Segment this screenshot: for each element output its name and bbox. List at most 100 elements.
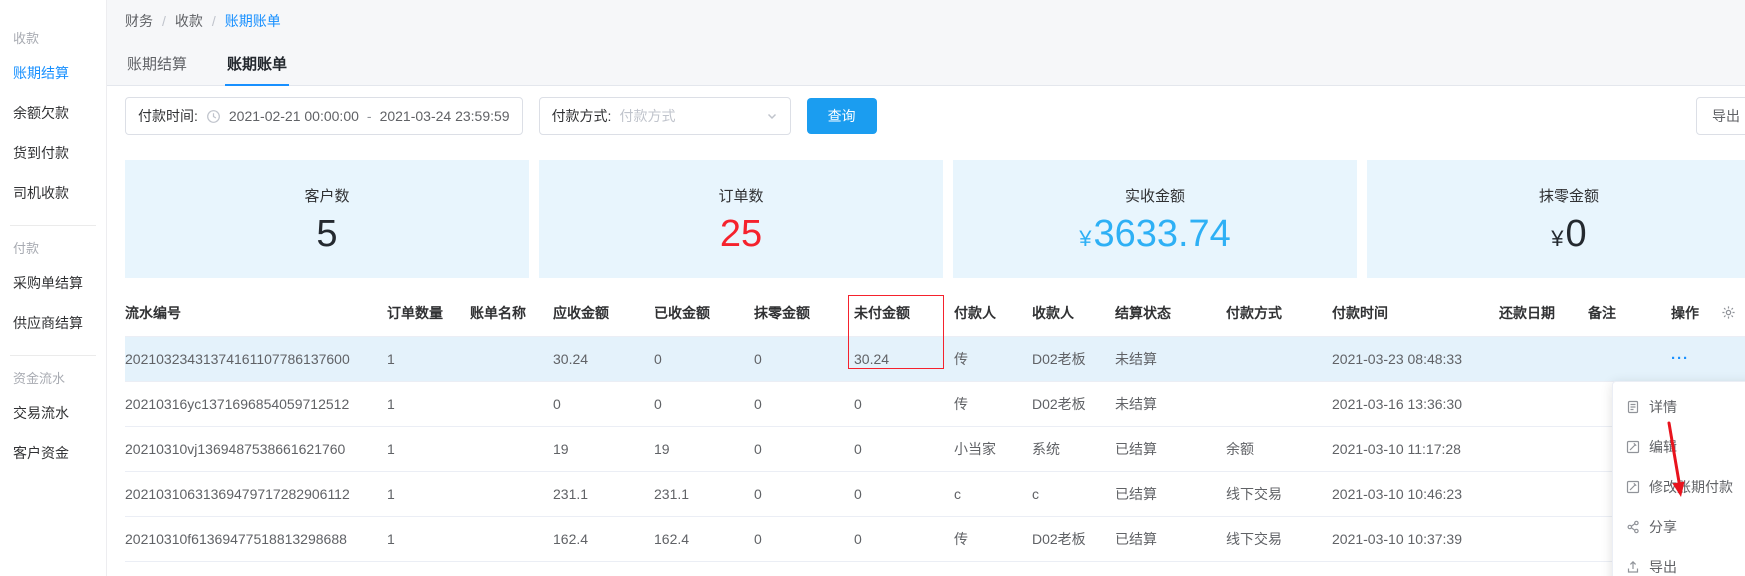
cell <box>470 516 553 562</box>
payment-method-select[interactable]: 付款方式: 付款方式 <box>538 97 791 135</box>
breadcrumb-item[interactable]: 账期账单 <box>225 11 281 31</box>
sidebar-item-cash-on-delivery[interactable]: 货到付款 <box>0 133 106 173</box>
cell: 20210310f61369477518813298688 <box>125 516 387 562</box>
cell: 20210310dj1369428930678276096 <box>125 561 387 576</box>
cell <box>470 426 553 472</box>
cell <box>470 336 553 382</box>
table-row[interactable]: 20210316yc1371696854059712512 1 0 0 0 0 传 D02老板… <box>125 381 1745 427</box>
cell: 19.6 <box>553 561 654 576</box>
cell: 20210310631369479717282906112 <box>125 471 387 517</box>
stat-number: 5 <box>316 213 338 255</box>
menu-item-edit[interactable]: 编辑 <box>1613 427 1745 467</box>
clock-icon <box>206 109 221 124</box>
edit-icon <box>1626 440 1640 454</box>
column-header-label: 操作 <box>1671 304 1699 321</box>
sidebar-divider <box>10 225 96 226</box>
date-end-value: 2021-03-24 23:59:59 <box>379 108 510 124</box>
cell: D02老板 <box>1032 381 1115 427</box>
cell: D02老板 <box>1032 561 1115 576</box>
column-header: 订单数量 <box>387 290 470 337</box>
cell: D02老板 <box>1032 336 1115 382</box>
menu-item-label: 编辑 <box>1649 439 1677 455</box>
cell: 0 <box>854 471 954 517</box>
cell: 线下交易 <box>1226 471 1332 517</box>
search-button[interactable]: 查询 <box>806 98 877 134</box>
cell: 0 <box>654 336 754 382</box>
stat-number: 0 <box>1565 213 1587 255</box>
payment-time-label: 付款时间: <box>138 108 198 124</box>
sidebar-item-customer-funds[interactable]: 客户资金 <box>0 433 106 473</box>
column-header: 结算状态 <box>1115 290 1226 337</box>
cell: 1 <box>387 561 470 576</box>
breadcrumb: 财务 / 收款 / 账期账单 <box>107 0 1745 42</box>
filter-bar: 付款时间: 2021-02-21 00:00:00 - 2021-03-24 2… <box>107 86 1745 146</box>
tab-billing-period-bills[interactable]: 账期账单 <box>225 42 290 86</box>
cell <box>1499 426 1588 472</box>
breadcrumb-item[interactable]: 财务 <box>125 11 153 31</box>
sidebar-item-transaction-flow[interactable]: 交易流水 <box>0 393 106 433</box>
column-header: 已收金额 <box>654 290 754 337</box>
column-header: 未付金额 <box>854 290 954 337</box>
cell: 1 <box>387 516 470 562</box>
row-actions-cell: ··· <box>1671 336 1745 382</box>
menu-item-share[interactable]: 分享 <box>1613 507 1745 547</box>
sidebar-item-billing-period-settlement[interactable]: 账期结算 <box>0 53 106 93</box>
cell <box>470 561 553 576</box>
column-header: 账单名称 <box>470 290 553 337</box>
tab-billing-period-settlement[interactable]: 账期结算 <box>125 42 189 85</box>
table-row[interactable]: 20210310vj1369487538661621760 1 19 19 0 0 小当家系… <box>125 426 1745 472</box>
cell: 162.4 <box>553 516 654 562</box>
table-row[interactable]: 20210310631369479717282906112 1 231.1 231.1… <box>125 471 1745 517</box>
export-button-label: 导出 <box>1712 108 1740 124</box>
cell: 余额 <box>1226 426 1332 472</box>
sidebar-item-balance-arrears[interactable]: 余额欠款 <box>0 93 106 133</box>
payment-time-range-picker[interactable]: 付款时间: 2021-02-21 00:00:00 - 2021-03-24 2… <box>125 97 523 135</box>
cell: 未结算 <box>1115 336 1226 382</box>
breadcrumb-separator: / <box>211 13 216 29</box>
payment-method-label: 付款方式: <box>551 108 612 124</box>
cell: 30.24 <box>553 336 654 382</box>
cell: 传 <box>954 336 1032 382</box>
cell <box>1499 471 1588 517</box>
cell: 0 <box>553 381 654 427</box>
gear-icon[interactable] <box>1721 305 1736 320</box>
menu-item-modify-billing-payment[interactable]: 修改账期付款 <box>1613 467 1745 507</box>
table-row[interactable]: 20210323431374161107786137600 1 30.24 0 0 30.… <box>125 336 1745 382</box>
billing-table: 流水编号 订单数量 账单名称 应收金额 已收金额 抹零金额 未付金额 付款人 收款人 结算状态 付款… <box>125 290 1745 576</box>
more-actions-icon[interactable]: ··· <box>1671 350 1689 367</box>
cell <box>470 471 553 517</box>
cell: 已结算 <box>1115 426 1226 472</box>
cell <box>1499 381 1588 427</box>
table-row[interactable]: 20210310f61369477518813298688 1 162.4 162.4… <box>125 516 1745 562</box>
cell: c <box>954 471 1032 517</box>
menu-item-detail[interactable]: 详情 <box>1613 387 1745 427</box>
export-icon <box>1626 560 1640 574</box>
sidebar-item-driver-collection[interactable]: 司机收款 <box>0 173 106 213</box>
stat-value: 5 <box>316 215 337 253</box>
cell: 未结算 <box>1115 381 1226 427</box>
stat-card-rounded-amount: 抹零金额 ¥0 <box>1367 160 1745 278</box>
cell: 已结算 <box>1115 561 1226 576</box>
app-root: 收款 账期结算 余额欠款 货到付款 司机收款 付款 采购单结算 供应商结算 资金流水 交易流水 客户… <box>0 0 1745 576</box>
cell: 小当家 <box>954 426 1032 472</box>
column-header: 还款日期 <box>1499 290 1588 337</box>
table-body: 20210323431374161107786137600 1 30.24 0 0 30.… <box>125 336 1745 576</box>
cell: 已结算 <box>1115 516 1226 562</box>
cell: 0 <box>754 516 854 562</box>
breadcrumb-item[interactable]: 收款 <box>175 11 203 31</box>
export-button[interactable]: 导出 <box>1696 97 1745 135</box>
menu-item-export[interactable]: 导出 <box>1613 547 1745 576</box>
sidebar-item-supplier-settlement[interactable]: 供应商结算 <box>0 303 106 343</box>
cell: 0 <box>654 381 754 427</box>
data-table: 流水编号 订单数量 账单名称 应收金额 已收金额 抹零金额 未付金额 付款人 收款人 结算状态 付款… <box>125 290 1745 576</box>
table-row[interactable]: 20210310dj1369428930678276096119.619.600… <box>125 561 1745 576</box>
cell: 1 <box>387 336 470 382</box>
stat-label: 订单数 <box>718 188 764 205</box>
document-icon <box>1626 400 1640 414</box>
cell: 传 <box>954 561 1032 576</box>
menu-item-label: 导出 <box>1649 559 1677 575</box>
edit-icon <box>1626 480 1640 494</box>
sidebar-item-purchase-order-settlement[interactable]: 采购单结算 <box>0 263 106 303</box>
cell: 系统 <box>1032 426 1115 472</box>
sidebar: 收款 账期结算 余额欠款 货到付款 司机收款 付款 采购单结算 供应商结算 资金流水 交易流水 客户… <box>0 0 107 576</box>
